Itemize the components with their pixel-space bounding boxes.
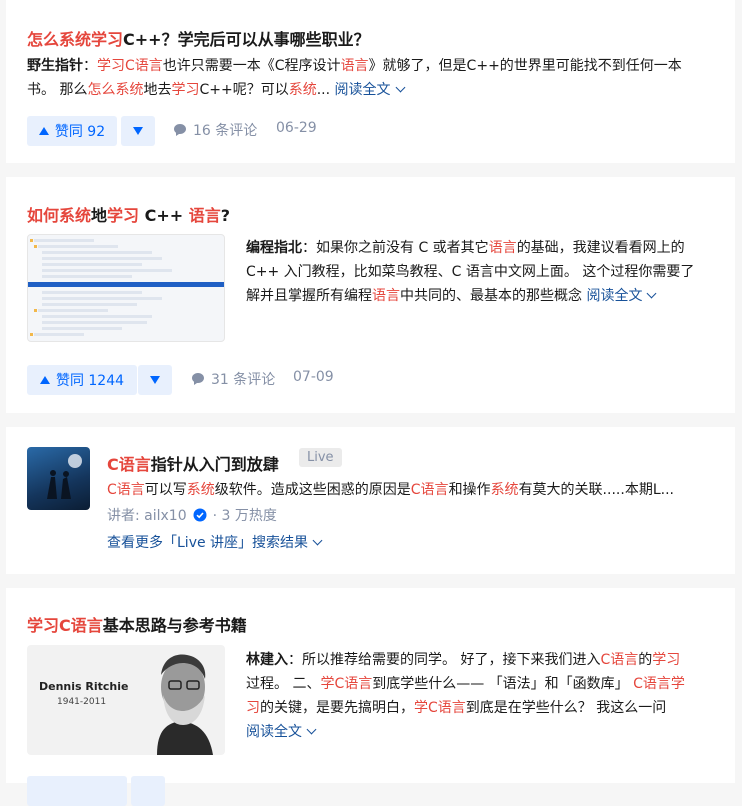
search-result-card: 怎么系统学习C++？学完后可以从事哪些职业？ 野生指针：学习C语言也许只需要一本… [6, 0, 735, 163]
read-more-link[interactable]: 阅读全文 [335, 82, 405, 98]
result-title[interactable]: 怎么系统学习C++？学完后可以从事哪些职业？ [27, 26, 370, 50]
search-result-card: 如何系统地学习 C++ 语言? 编程指北：如果你之前没有 C 或者其它语言的基础… [6, 177, 735, 413]
downvote-button[interactable] [131, 776, 165, 806]
read-more-link[interactable]: 阅读全文 [586, 288, 657, 304]
result-excerpt[interactable]: 野生指针：学习C语言也许只需要一本《C程序设计语言》就够了，但是C++的世界里可… [27, 54, 717, 102]
comment-button[interactable]: 31 条评论 [191, 369, 275, 389]
author-name[interactable]: 野生指针 [27, 58, 83, 74]
result-title[interactable]: 学习C语言基本思路与参考书籍 [27, 612, 247, 636]
live-result-card: C语言指针从入门到放肆 Live C语言可以写系统级软件。造成这些困惑的原因是C… [6, 427, 735, 574]
chevron-down-icon [647, 288, 657, 299]
result-excerpt[interactable]: 编程指北：如果你之前没有 C 或者其它语言的基础，我建议看看网上的 C++ 入门… [246, 236, 716, 308]
portrait-image [157, 654, 213, 755]
author-name[interactable]: 编程指北 [246, 240, 302, 256]
live-meta: 讲者: ailx10 · 3 万热度 [107, 508, 277, 524]
upvote-icon [38, 127, 49, 135]
read-more-link[interactable]: 阅读全文 [246, 720, 716, 744]
post-date: 06-29 [276, 120, 317, 136]
result-excerpt[interactable]: 林建入：所以推荐给需要的同学。 好了，接下来我们进入C语言的学习 过程。 二、学… [246, 648, 716, 744]
comment-icon [174, 124, 186, 136]
comment-icon [192, 373, 204, 385]
result-title[interactable]: 如何系统地学习 C++ 语言? [27, 202, 230, 226]
live-cover-image[interactable] [27, 447, 90, 510]
post-date: 07-09 [293, 369, 334, 385]
live-title[interactable]: C语言指针从入门到放肆 [107, 451, 279, 475]
downvote-icon [133, 127, 143, 135]
upvote-icon [39, 376, 50, 384]
downvote-button[interactable] [138, 365, 172, 395]
downvote-button[interactable] [121, 116, 155, 146]
article-thumbnail[interactable] [27, 234, 225, 342]
upvote-button[interactable] [27, 776, 127, 806]
verified-icon [193, 508, 207, 522]
downvote-icon [150, 376, 160, 384]
article-thumbnail[interactable]: Dennis Ritchie 1941-2011 [27, 645, 225, 755]
comment-button[interactable]: 16 条评论 [173, 120, 257, 140]
live-tag: Live [299, 448, 342, 467]
upvote-button[interactable]: 赞同 92 [27, 116, 117, 146]
search-result-card: 学习C语言基本思路与参考书籍 Dennis Ritchie 1941-2011 … [6, 588, 735, 806]
chevron-down-icon [312, 535, 323, 546]
upvote-button[interactable]: 赞同 1244 [27, 365, 137, 395]
more-live-results-link[interactable]: 查看更多「Live 讲座」搜索结果 [107, 531, 323, 555]
chevron-down-icon [306, 724, 317, 735]
author-name[interactable]: 林建入 [246, 652, 288, 668]
result-excerpt[interactable]: C语言可以写系统级软件。造成这些困惑的原因是C语言和操作系统有莫大的关联....… [107, 478, 674, 502]
chevron-down-icon [395, 82, 405, 93]
file-tree-image [28, 239, 224, 336]
